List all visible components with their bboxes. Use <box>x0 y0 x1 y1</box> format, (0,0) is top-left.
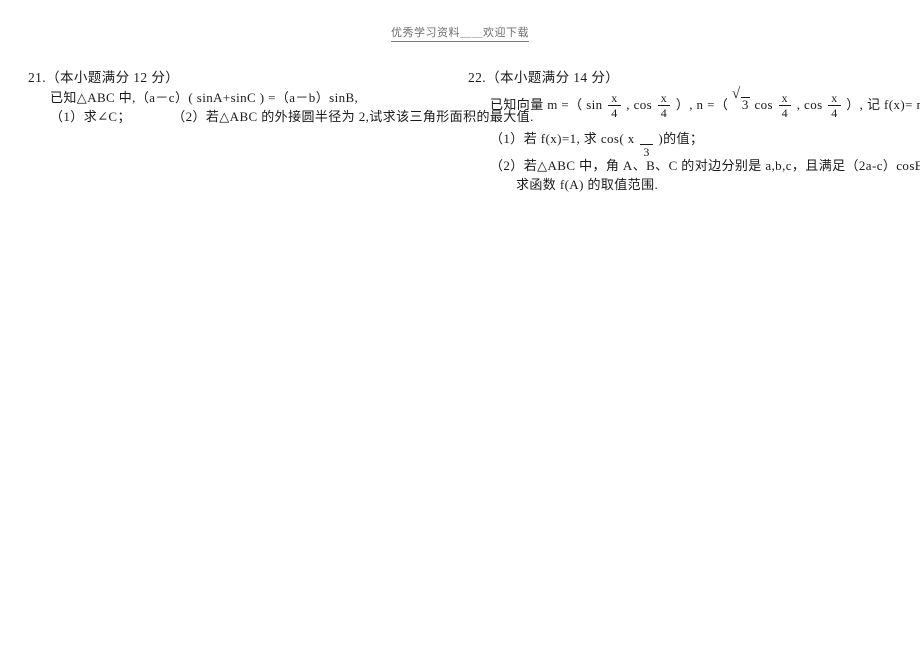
fraction-x-over-4-third: x 4 <box>778 90 792 119</box>
square-root-of-3: √ 3 <box>731 86 750 122</box>
fraction-denominator: 4 <box>828 104 841 119</box>
fraction-numerator: x <box>831 90 838 105</box>
fraction-numerator: x <box>611 90 618 105</box>
problem-21-body: 已知△ABC 中,（a－c）( sinA+sinC ) =（a－b）sinB, … <box>28 88 533 126</box>
problem-22-part-2: （2）若△ABC 中，角 A、B、C 的对边分别是 a,b,c，且满足（2a-c… <box>490 158 920 173</box>
problem-22-stem-part-c: ）, n =（ <box>675 97 729 112</box>
document-page: 优秀学习资料＿＿欢迎下载 21.（本小题满分 12 分） 已知△ABC 中,（a… <box>0 0 920 651</box>
problem-22-title: 22.（本小题满分 14 分） <box>468 70 620 85</box>
problem-22-part-1-prefix: （1）若 f(x)=1, 求 cos( x <box>490 131 635 146</box>
problem-22-part-1: （1）若 f(x)=1, 求 cos( x π 3 )的值； <box>490 122 908 158</box>
fraction-denominator: 4 <box>657 104 671 119</box>
problem-21-block: 21.（本小题满分 12 分） 已知△ABC 中,（a－c）( sinA+sin… <box>28 68 533 126</box>
problem-22-stem-part-b: , cos <box>626 97 653 112</box>
problem-22-stem-part-a: 已知向量 m =（ sin <box>490 97 603 112</box>
document-header: 优秀学习资料＿＿欢迎下载 <box>0 23 920 42</box>
problem-21-part-1: （1）求∠C； <box>50 109 131 124</box>
fraction-denominator: 3 <box>640 143 653 158</box>
fraction-denominator: 4 <box>608 104 621 119</box>
problem-22-stem-part-d: cos <box>754 97 773 112</box>
problem-22-stem-part-e: , cos <box>796 97 823 112</box>
fraction-x-over-4-first: x 4 <box>608 90 621 119</box>
radical-sign-icon: √ <box>731 86 741 102</box>
problem-22-part-2-continuation: 求函数 f(A) 的取值范围. <box>516 177 659 192</box>
problem-21-stem: 已知△ABC 中,（a－c）( sinA+sinC ) =（a－b）sinB, <box>50 90 359 105</box>
fraction-x-over-4-second: x 4 <box>657 90 671 119</box>
problem-22-part-1-suffix: )的值； <box>658 131 704 146</box>
fraction-denominator: 4 <box>778 104 792 119</box>
problem-22-stem: 已知向量 m =（ sin x 4 , cos x 4 ）, n =（ √ 3 … <box>490 86 920 122</box>
problem-21-title: 21.（本小题满分 12 分） <box>28 70 180 85</box>
problem-21-parts-line: （1）求∠C； （2）若△ABC 的外接圆半径为 2,试求该三角形面积的最大值. <box>50 107 533 126</box>
fraction-pi-over-3: π 3 <box>640 131 653 158</box>
problem-22-block: 22.（本小题满分 14 分） 已知向量 m =（ sin x 4 , cos … <box>468 68 920 194</box>
fraction-numerator: x <box>660 90 668 105</box>
header-watermark-text: 优秀学习资料＿＿欢迎下载 <box>391 26 529 42</box>
problem-22-body: 已知向量 m =（ sin x 4 , cos x 4 ）, n =（ √ 3 … <box>468 86 920 194</box>
fraction-x-over-4-fourth: x 4 <box>828 90 841 119</box>
fraction-numerator: π <box>640 131 652 144</box>
problem-22-stem-part-f: ）, 记 f(x)= m <box>846 97 920 112</box>
radicand: 3 <box>740 97 750 112</box>
fraction-numerator: x <box>781 90 789 105</box>
